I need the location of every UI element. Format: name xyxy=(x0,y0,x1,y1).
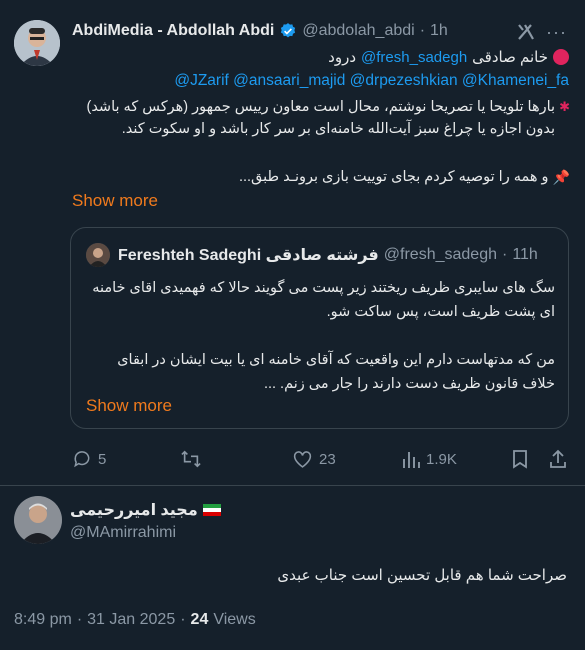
post-mentions[interactable]: @JZarif @ansaari_majid @drpezeshkian @Kh… xyxy=(174,72,569,90)
like-count: 23 xyxy=(319,450,336,468)
share-icon xyxy=(550,449,566,468)
reply-count: 5 xyxy=(98,450,107,468)
quoted-show-more-link[interactable]: Show more xyxy=(86,396,172,416)
dot-separator: · xyxy=(501,246,508,263)
post-greeting-name: خانم صادقی xyxy=(472,49,548,66)
post-body-paragraph-1: بارها تلویحا یا تصریحا نوشتم، محال است م… xyxy=(86,99,556,137)
quoted-author-avatar xyxy=(86,243,110,267)
views-count: 1.9K xyxy=(426,450,457,468)
quoted-body-paragraph-2: من که مدتهاست دارم این واقعیت که آقای خا… xyxy=(117,352,555,392)
repost-button[interactable] xyxy=(180,449,208,469)
collision-icon: ✱ xyxy=(559,99,570,114)
share-button[interactable] xyxy=(549,449,567,469)
reply-author-handle[interactable]: @MAmirrahimi xyxy=(70,524,176,542)
bookmark-icon xyxy=(513,450,527,469)
post-show-more-link[interactable]: Show more xyxy=(72,191,158,211)
grok-icon[interactable] xyxy=(516,22,536,47)
reply-button[interactable]: 5 xyxy=(72,449,106,469)
like-button[interactable]: 23 xyxy=(292,449,336,469)
views-button[interactable]: 1.9K xyxy=(402,449,457,469)
reply-author-name[interactable]: مجید امیررحیمی xyxy=(70,500,198,520)
quoted-author-handle: @fresh_sadegh xyxy=(383,246,497,263)
post-timestamp-date[interactable]: 31 Jan 2025 xyxy=(87,611,175,629)
more-options-icon[interactable]: ··· xyxy=(546,22,567,43)
reply-author-avatar[interactable] xyxy=(14,496,62,544)
mention-fresh-sadegh[interactable]: @fresh_sadegh xyxy=(361,49,467,66)
views-total: 24 xyxy=(190,611,209,628)
bookmark-button[interactable] xyxy=(512,449,528,469)
red-circle-icon xyxy=(553,49,569,65)
post-body-paragraph-2: و همه را توصیه کردم بجای توییت بازی برون… xyxy=(238,169,549,185)
verified-badge-icon xyxy=(279,22,297,40)
bar-chart-icon xyxy=(403,452,420,468)
divider xyxy=(0,485,585,486)
quoted-body-paragraph-1: سگ های سایبری ظریف ریختند زیر پست می گوی… xyxy=(92,280,555,320)
quoted-post-time: 11h xyxy=(512,246,538,263)
author-avatar[interactable] xyxy=(14,20,60,66)
iran-flag-icon xyxy=(202,504,221,516)
views-label: Views xyxy=(213,611,256,628)
repost-icon xyxy=(181,450,201,468)
heart-icon xyxy=(293,451,312,468)
author-name[interactable]: AbdiMedia - Abdollah Abdi xyxy=(72,22,274,40)
reply-body: صراحت شما هم قابل تحسین است جناب عبدی xyxy=(277,567,567,584)
post-time[interactable]: 1h xyxy=(430,22,448,40)
dot-separator: · xyxy=(419,22,426,39)
dot-separator: · xyxy=(76,611,83,628)
post-greeting: درود xyxy=(328,49,357,66)
quoted-post-card[interactable]: Fereshteh Sadeghi فرشته صادقی @fresh_sad… xyxy=(70,227,569,429)
author-handle[interactable]: @abdolah_abdi xyxy=(302,22,414,40)
quoted-author-name: Fereshteh Sadeghi فرشته صادقی xyxy=(118,247,379,264)
reply-icon xyxy=(74,451,90,468)
post-timestamp-time[interactable]: 8:49 pm xyxy=(14,611,72,629)
dot-separator: · xyxy=(180,611,186,628)
pushpin-icon: 📌 xyxy=(552,169,570,185)
